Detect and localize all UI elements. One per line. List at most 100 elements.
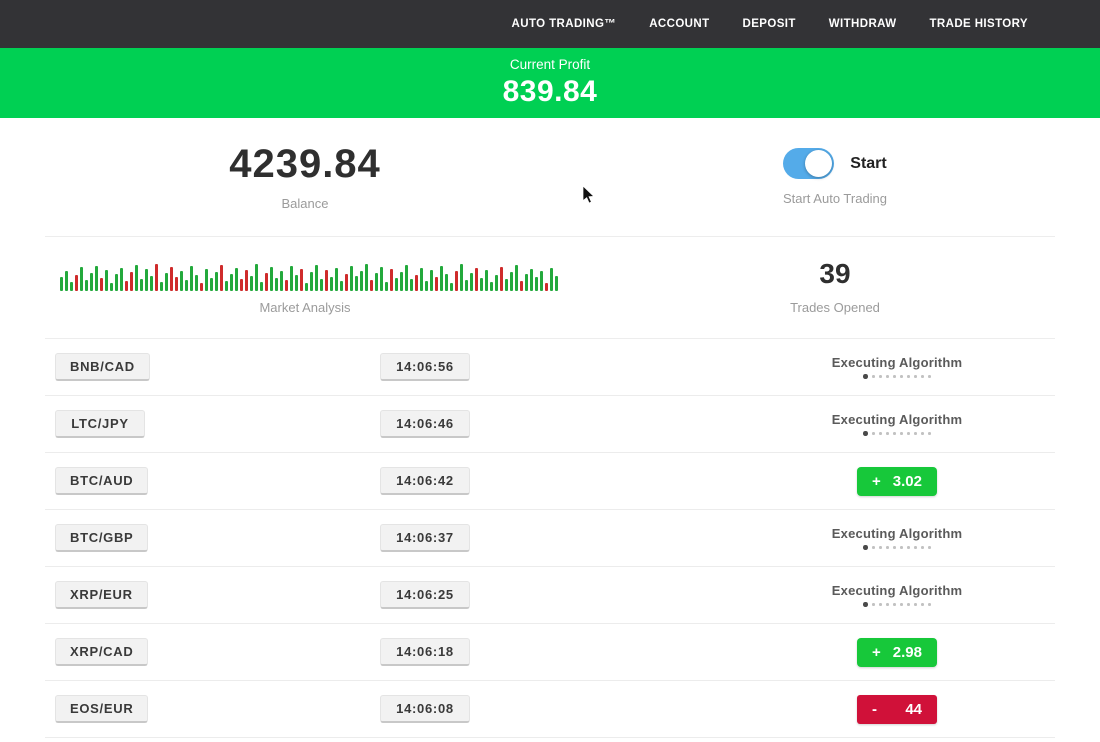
progress-dot	[879, 546, 882, 549]
market-bar	[95, 266, 98, 291]
time-chip[interactable]: 14:06:25	[380, 581, 470, 609]
stats-row-market: Market Analysis 39 Trades Opened	[45, 237, 1055, 339]
progress-dot	[900, 546, 903, 549]
pair-chip[interactable]: XRP/EUR	[55, 581, 148, 609]
status-executing: Executing Algorithm	[832, 355, 962, 379]
market-bar	[135, 265, 138, 291]
result-badge: +2.98	[857, 638, 937, 667]
status-cell: +3.02	[585, 467, 1055, 496]
market-bar	[550, 268, 553, 291]
status-executing-label: Executing Algorithm	[832, 526, 962, 541]
profit-banner-value: 839.84	[503, 75, 598, 109]
market-bar	[165, 273, 168, 291]
pair-chip[interactable]: BTC/GBP	[55, 524, 148, 552]
market-bar	[525, 274, 528, 291]
progress-dot	[907, 546, 910, 549]
time-chip[interactable]: 14:06:08	[380, 695, 470, 723]
progress-dot	[907, 432, 910, 435]
pair-chip[interactable]: BTC/AUD	[55, 467, 148, 495]
nav-item-trade-history[interactable]: TRADE HISTORY	[930, 18, 1029, 30]
market-bar	[115, 274, 118, 291]
market-bar	[75, 275, 78, 291]
status-cell: Executing Algorithm	[585, 412, 1055, 436]
trades-opened-value: 39	[819, 260, 850, 288]
stats-row-balance: 4239.84 Balance Start Start Auto Trading	[45, 118, 1055, 237]
time-chip[interactable]: 14:06:56	[380, 353, 470, 381]
market-bar	[265, 273, 268, 291]
market-bar	[530, 269, 533, 291]
nav-item-withdraw[interactable]: WITHDRAW	[829, 18, 897, 30]
pair-chip[interactable]: LTC/JPY	[55, 410, 145, 438]
progress-dot	[863, 431, 868, 436]
market-bar	[105, 270, 108, 291]
result-sign: +	[872, 644, 881, 661]
market-bar	[120, 268, 123, 291]
progress-dot	[863, 374, 868, 379]
progress-dot	[900, 603, 903, 606]
pair-chip[interactable]: BNB/CAD	[55, 353, 150, 381]
progress-dots	[863, 431, 931, 436]
progress-dot	[928, 546, 931, 549]
time-chip[interactable]: 14:06:37	[380, 524, 470, 552]
profit-banner: Current Profit 839.84	[0, 48, 1100, 118]
progress-dot	[893, 432, 896, 435]
market-bar	[280, 271, 283, 291]
market-bar	[390, 269, 393, 291]
progress-dot	[907, 603, 910, 606]
nav-item-account[interactable]: ACCOUNT	[649, 18, 709, 30]
progress-dot	[928, 375, 931, 378]
auto-trading-toggle[interactable]	[783, 148, 834, 179]
toggle-knob-icon	[805, 150, 832, 177]
market-bar	[495, 275, 498, 291]
market-bar	[160, 282, 163, 291]
pair-cell: XRP/CAD	[45, 638, 265, 666]
progress-dot	[886, 375, 889, 378]
market-bar	[500, 267, 503, 291]
market-bar	[145, 269, 148, 291]
market-bar	[535, 277, 538, 291]
market-bar	[375, 273, 378, 291]
market-bar	[440, 266, 443, 291]
market-bar	[480, 278, 483, 291]
pair-cell: BNB/CAD	[45, 353, 265, 381]
status-executing: Executing Algorithm	[832, 526, 962, 550]
market-bar	[410, 279, 413, 291]
progress-dots	[863, 602, 931, 607]
nav-item-auto-trading[interactable]: AUTO TRADING™	[512, 18, 617, 30]
trade-row: XRP/CAD 14:06:18 +2.98	[45, 624, 1055, 681]
pair-chip[interactable]: XRP/CAD	[55, 638, 148, 666]
progress-dot	[914, 603, 917, 606]
status-cell: Executing Algorithm	[585, 526, 1055, 550]
status-cell: +2.98	[585, 638, 1055, 667]
progress-dot	[893, 603, 896, 606]
market-bar	[250, 276, 253, 291]
progress-dot	[921, 432, 924, 435]
market-bar	[405, 265, 408, 291]
trade-row: LTC/JPY 14:06:46 Executing Algorithm	[45, 396, 1055, 453]
market-bar	[90, 273, 93, 291]
progress-dot	[863, 545, 868, 550]
market-bar	[240, 279, 243, 291]
market-bar	[295, 275, 298, 291]
market-bar	[210, 278, 213, 291]
status-executing-label: Executing Algorithm	[832, 355, 962, 370]
market-bar	[205, 269, 208, 291]
market-bar	[185, 280, 188, 291]
progress-dot	[914, 375, 917, 378]
time-chip[interactable]: 14:06:18	[380, 638, 470, 666]
pair-chip[interactable]: EOS/EUR	[55, 695, 148, 723]
time-chip[interactable]: 14:06:46	[380, 410, 470, 438]
time-chip[interactable]: 14:06:42	[380, 467, 470, 495]
market-bar	[260, 282, 263, 291]
trades-table: BNB/CAD14:06:56Executing AlgorithmLTC/JP…	[45, 339, 1055, 738]
market-bar	[175, 277, 178, 291]
time-cell: 14:06:18	[265, 638, 585, 666]
market-bar	[100, 278, 103, 291]
market-bar	[200, 283, 203, 291]
market-bar	[235, 268, 238, 291]
market-bar	[335, 268, 338, 291]
market-bar	[325, 270, 328, 291]
progress-dot	[886, 546, 889, 549]
nav-item-deposit[interactable]: DEPOSIT	[743, 18, 796, 30]
status-executing: Executing Algorithm	[832, 412, 962, 436]
